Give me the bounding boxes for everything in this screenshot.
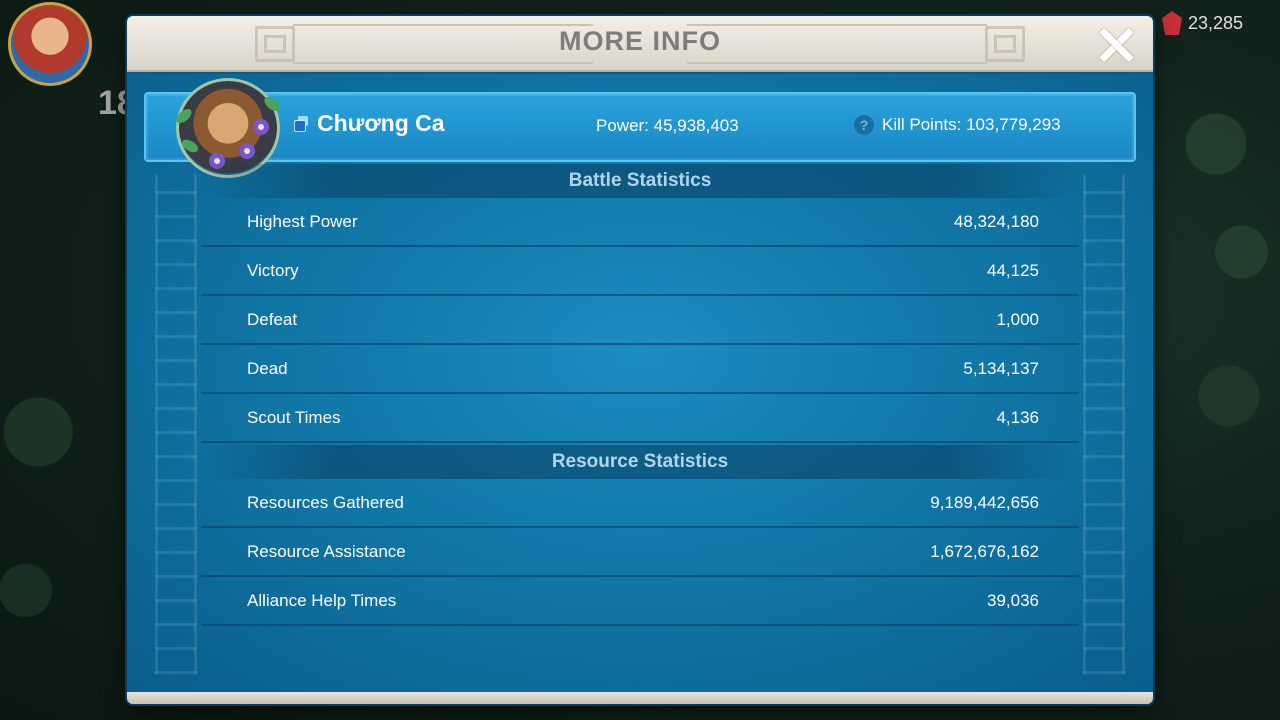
stat-row: Alliance Help Times 39,036 [201, 577, 1079, 626]
stat-value: 1,000 [996, 309, 1039, 329]
stat-value: 39,036 [987, 590, 1039, 610]
stat-value: 1,672,676,162 [930, 541, 1039, 561]
player-avatar[interactable] [173, 78, 283, 178]
player-power: Power: 45,938,403 [596, 116, 739, 135]
leaf-icon [173, 106, 195, 126]
stat-value: 4,136 [996, 407, 1039, 427]
stat-value: 44,125 [987, 260, 1039, 280]
kill-points-text: Kill Points: 103,779,293 [882, 115, 1061, 134]
greek-border-right [1083, 174, 1125, 674]
copy-icon[interactable] [294, 116, 309, 132]
stat-row: Highest Power 48,324,180 [201, 198, 1079, 247]
more-info-dialog: MORE INFO Chương Ca Power: 45,938,403 ? … [127, 16, 1153, 704]
gem-count: 23,285 [1188, 12, 1244, 33]
commander-avatar[interactable] [8, 2, 92, 86]
stat-label: Victory [247, 260, 299, 280]
resource-statistics: Resource Statistics Resources Gathered 9… [201, 445, 1079, 626]
dialog-title: MORE INFO [559, 26, 721, 56]
stat-value: 5,134,137 [963, 358, 1039, 378]
gem-icon [1162, 11, 1182, 35]
stat-row: Dead 5,134,137 [201, 345, 1079, 394]
gem-counter[interactable]: 23,285 [1162, 6, 1274, 40]
leaf-icon [261, 94, 283, 114]
stat-label: Highest Power [247, 211, 358, 231]
stat-label: Dead [247, 358, 288, 378]
player-name-text: Chương Ca [317, 110, 445, 136]
flower-icon [239, 143, 255, 159]
stat-row: Resources Gathered 9,189,442,656 [201, 479, 1079, 528]
greek-border-left [155, 174, 197, 674]
stat-row: Defeat 1,000 [201, 296, 1079, 345]
stat-label: Scout Times [247, 407, 341, 427]
stat-row: Victory 44,125 [201, 247, 1079, 296]
stat-label: Alliance Help Times [247, 590, 397, 610]
stat-row: Scout Times 4,136 [201, 394, 1079, 443]
stat-value: 48,324,180 [953, 211, 1039, 231]
stat-label: Resource Assistance [247, 541, 406, 561]
battle-statistics-heading: Battle Statistics [201, 164, 1079, 198]
close-icon[interactable] [1097, 26, 1135, 64]
stat-label: Resources Gathered [247, 492, 404, 512]
leaf-icon [179, 137, 201, 155]
dialog-title-bar: MORE INFO [127, 16, 1153, 72]
kill-points: ? Kill Points: 103,779,293 [854, 115, 1061, 135]
stat-row: Resource Assistance 1,672,676,162 [201, 528, 1079, 577]
stat-value: 9,189,442,656 [930, 492, 1039, 512]
resource-statistics-heading: Resource Statistics [201, 445, 1079, 479]
flower-icon [253, 119, 269, 135]
player-header-card: Chương Ca Power: 45,938,403 ? Kill Point… [144, 78, 1136, 178]
battle-statistics: Battle Statistics Highest Power 48,324,1… [201, 164, 1079, 443]
player-name: Chương Ca [294, 110, 445, 137]
stat-label: Defeat [247, 309, 298, 329]
help-icon[interactable]: ? [854, 115, 874, 135]
dialog-bottom-frame [127, 692, 1153, 704]
